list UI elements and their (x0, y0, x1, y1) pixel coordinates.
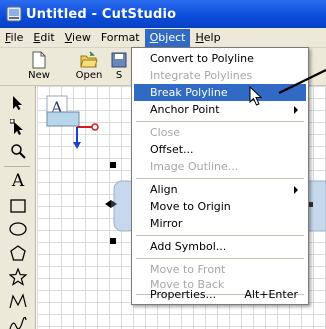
menu-view-mnemonic: V (64, 30, 73, 44)
menu-item-align-label: Align (150, 183, 178, 196)
menu-item-move-to-origin[interactable]: Move to Origin (134, 198, 306, 215)
menu-bar: File Edit View Format Object Help (0, 28, 326, 48)
menu-help-mnemonic: H (195, 30, 204, 44)
menu-object-mnemonic: O (149, 30, 159, 44)
menu-item-mirror[interactable]: Mirror (134, 215, 306, 232)
menu-item-convert-to-polyline[interactable]: Convert to Polyline (134, 50, 306, 67)
tool-palette: A (0, 86, 36, 329)
text-icon: A (11, 171, 25, 191)
app-icon (6, 6, 22, 22)
ellipse-icon (9, 222, 27, 236)
vertical-handle-arrow[interactable] (73, 142, 81, 149)
menu-item-close-label: Close (150, 126, 180, 139)
menu-separator (136, 121, 304, 122)
rectangle-tool[interactable] (6, 195, 30, 217)
text-tool[interactable]: A (6, 170, 30, 192)
menu-file-rest: ile (10, 30, 24, 44)
horizontal-handle[interactable] (91, 123, 99, 131)
submenu-arrow-icon (294, 186, 298, 194)
menu-item-add-symbol-label: Add Symbol... (150, 240, 227, 253)
save-button[interactable]: S (106, 50, 132, 84)
menu-item-move-to-front-label: Move to Front (150, 263, 226, 276)
menu-item-add-symbol[interactable]: Add Symbol... (134, 238, 306, 255)
menu-separator (136, 178, 304, 179)
menu-item-align[interactable]: Align (134, 181, 306, 198)
node-edit-icon (10, 119, 23, 135)
menu-view[interactable]: View (60, 29, 96, 47)
menu-help-rest: elp (203, 30, 221, 44)
menu-view-rest: iew (72, 30, 91, 44)
menu-item-anchor-point[interactable]: Anchor Point (134, 101, 306, 118)
menu-object-rest: bject (158, 30, 186, 44)
menu-item-convert-to-polyline-label: Convert to Polyline (150, 52, 254, 65)
title-bar: Untitled - CutStudio (0, 0, 326, 28)
new-button[interactable]: New (16, 50, 62, 84)
select-arrow-icon (13, 96, 22, 110)
menu-help[interactable]: Help (190, 29, 225, 47)
menu-item-image-outline-label: Image Outline... (150, 160, 239, 173)
node-edit-tool[interactable] (6, 116, 30, 138)
select-tool[interactable] (6, 92, 30, 114)
menu-file[interactable]: File (0, 29, 28, 47)
menu-item-break-polyline[interactable]: Break Polyline (134, 84, 306, 101)
polyline-tool[interactable] (6, 290, 30, 312)
selection-handle-top-left[interactable] (110, 162, 116, 168)
text-object-selection[interactable]: A (46, 95, 99, 149)
zoom-tool[interactable] (6, 140, 30, 162)
rectangle-icon (10, 199, 26, 213)
menu-item-properties-shortcut: Alt+Enter (244, 288, 298, 301)
save-icon (111, 52, 127, 68)
menu-item-image-outline: Image Outline... (134, 158, 306, 175)
menu-item-offset[interactable]: Offset... (134, 141, 306, 158)
object-menu: Convert to Polyline Integrate Polylines … (131, 47, 309, 305)
submenu-arrow-icon (294, 106, 298, 114)
resize-handle-left[interactable] (105, 200, 111, 208)
text-object-body (46, 111, 80, 127)
menu-item-anchor-point-label: Anchor Point (150, 103, 220, 116)
polyline-icon (9, 293, 27, 309)
menu-item-move-to-origin-label: Move to Origin (150, 200, 231, 213)
zoom-icon (11, 144, 26, 159)
new-button-label: New (28, 70, 50, 81)
open-button-label: Open (75, 70, 103, 81)
menu-item-offset-label: Offset... (150, 143, 194, 156)
menu-separator (136, 258, 304, 259)
menu-item-mirror-label: Mirror (150, 217, 183, 230)
menu-item-integrate-polylines: Integrate Polylines (134, 67, 306, 84)
menu-edit[interactable]: Edit (28, 29, 59, 47)
tool-separator (4, 166, 30, 167)
new-document-icon (32, 51, 46, 69)
star-tool[interactable] (6, 266, 30, 288)
save-button-label: S (115, 70, 123, 81)
freehand-tool[interactable] (6, 313, 30, 329)
menu-item-close: Close (134, 124, 306, 141)
window-title: Untitled - CutStudio (26, 6, 177, 22)
pentagon-tool[interactable] (6, 242, 30, 264)
open-folder-icon (80, 51, 98, 68)
menu-item-break-polyline-label: Break Polyline (150, 86, 228, 99)
pentagon-icon (10, 245, 26, 261)
mouse-cursor-icon (249, 86, 263, 106)
menu-item-integrate-polylines-label: Integrate Polylines (150, 69, 253, 82)
menu-edit-rest: dit (40, 30, 55, 44)
selection-handle-bottom-left[interactable] (110, 238, 116, 244)
menu-object[interactable]: Object (144, 28, 191, 47)
freehand-icon (9, 317, 27, 329)
menu-item-properties[interactable]: Properties... Alt+Enter (134, 286, 306, 303)
menu-item-properties-label: Properties... (150, 288, 217, 301)
menu-separator (136, 235, 304, 236)
ellipse-tool[interactable] (6, 218, 30, 240)
star-icon (9, 268, 27, 286)
menu-format[interactable]: Format (96, 29, 145, 47)
